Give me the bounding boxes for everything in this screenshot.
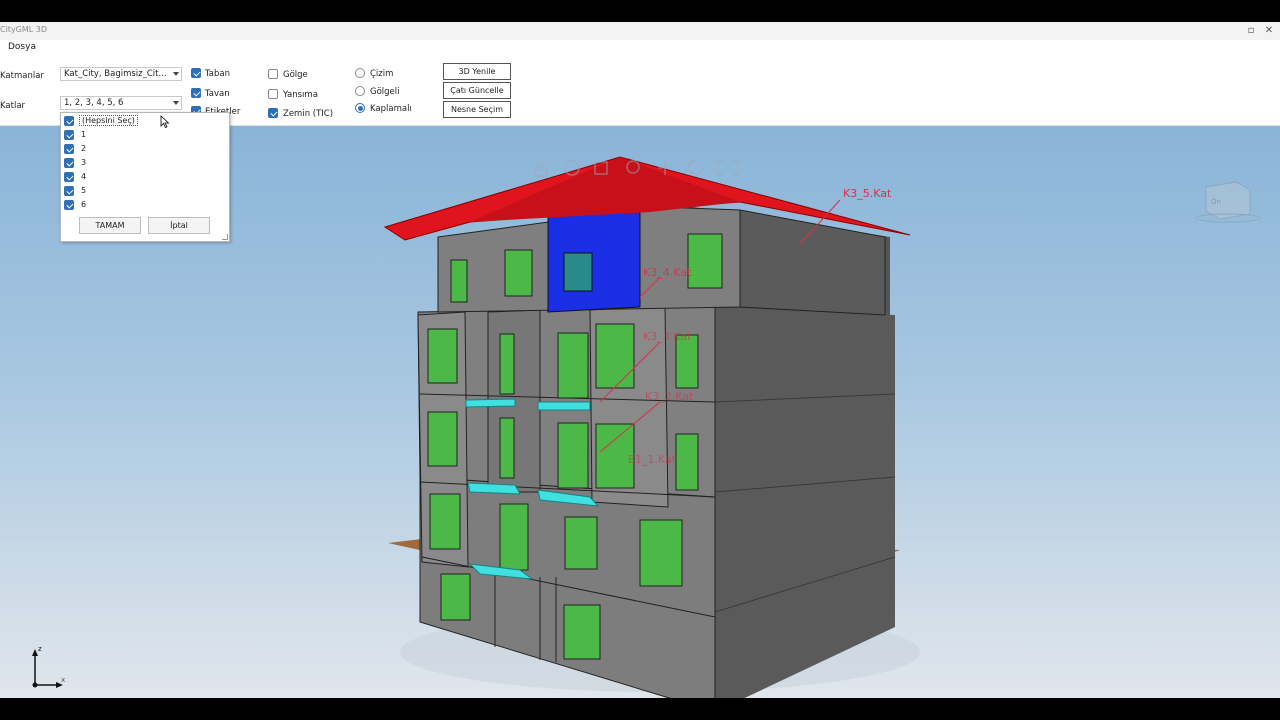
balcony (465, 398, 516, 408)
axis-x-label: x (61, 676, 65, 684)
svg-text:Ön: Ön (1211, 197, 1221, 206)
app-window: CityGML 3D ▫ ✕ Dosya Katmanlar Kat_City,… (0, 22, 1280, 698)
menu-file[interactable]: Dosya (8, 42, 36, 52)
window (429, 493, 461, 550)
chevron-down-icon (173, 101, 179, 105)
kaplamali-radio[interactable] (355, 103, 365, 113)
cizim-label: Çizim (370, 69, 394, 79)
golgeli-label: Gölgeli (370, 87, 400, 97)
select-all-checkbox[interactable] (64, 116, 74, 126)
axis-indicator: z x (32, 645, 65, 688)
layers-label: Katmanlar (0, 71, 44, 81)
floor-item-4[interactable]: 4 (61, 171, 227, 184)
balcony (467, 482, 521, 495)
floor-label: K3_5.Kat (843, 187, 892, 200)
window-title: CityGML 3D (0, 25, 48, 34)
floor-item-5[interactable]: 5 (61, 185, 227, 198)
floor-item-6[interactable]: 6 (61, 199, 227, 212)
home-icon (534, 162, 548, 177)
floors-combo[interactable]: 1, 2, 3, 4, 5, 6 (60, 96, 182, 110)
letterbox-bottom (0, 698, 1280, 720)
golge-checkbox[interactable] (268, 69, 278, 79)
resize-grip-icon[interactable] (222, 234, 228, 240)
floor-item-label: 5 (81, 186, 87, 195)
floor-item-label: 1 (81, 130, 87, 139)
floor-label: K3_2.Kat (645, 390, 694, 403)
layers-combo[interactable]: Kat_City, Bagimsiz_Cit... (60, 67, 182, 81)
axis-z-label: z (38, 645, 42, 653)
letterbox-top (0, 0, 1280, 22)
maximize-icon[interactable]: ▫ (1244, 24, 1258, 38)
menu-bar: Dosya (0, 40, 1280, 56)
chevron-down-icon (173, 72, 179, 76)
title-bar: CityGML 3D ▫ ✕ (0, 22, 1280, 40)
viewcube: Ön (1195, 181, 1261, 223)
floor-checkbox[interactable] (64, 200, 74, 210)
floor-item-label: 6 (81, 200, 87, 209)
wall-right-face (715, 307, 895, 698)
layers-combo-value: Kat_City, Bagimsiz_Cit... (64, 69, 167, 79)
floor-item-label: 2 (81, 144, 87, 153)
window (564, 516, 598, 570)
floor-item-3[interactable]: 3 (61, 157, 227, 170)
taban-label: Taban (205, 69, 230, 79)
refresh-3d-button[interactable]: 3D Yenile (443, 63, 511, 80)
floor-checkbox[interactable] (64, 158, 74, 168)
floor-checkbox[interactable] (64, 144, 74, 154)
zemin-checkbox[interactable] (268, 108, 278, 118)
rotate-icon (688, 159, 704, 175)
window (675, 433, 699, 491)
window (427, 328, 458, 384)
mouse-cursor-icon (160, 115, 170, 129)
window (427, 411, 458, 467)
floor-label: E1_1.Kat (628, 453, 677, 466)
window (595, 323, 635, 389)
floor-checkbox[interactable] (64, 130, 74, 140)
window (557, 422, 589, 489)
select-all-label: (Hepsini Seç) (79, 115, 138, 126)
window (499, 333, 515, 395)
close-icon[interactable]: ✕ (1262, 24, 1276, 38)
floor-checkbox[interactable] (64, 172, 74, 182)
window (687, 233, 723, 289)
tavan-checkbox[interactable] (191, 88, 201, 98)
floor-label: K3_3.Kat (643, 330, 692, 343)
yansima-label: Yansıma (283, 90, 318, 100)
object-select-button[interactable]: Nesne Seçim (443, 101, 511, 118)
floor-checkbox[interactable] (64, 186, 74, 196)
floors-dropdown-popup: (Hepsini Seç) 1 2 3 4 5 6 TAMAM İptal (60, 112, 230, 242)
zemin-label: Zemin (TIC) (283, 109, 334, 119)
yansima-checkbox[interactable] (268, 89, 278, 99)
floor-item-label: 4 (81, 172, 87, 181)
cizim-radio[interactable] (355, 68, 365, 78)
floor-label: K3_4.Kat (643, 266, 692, 279)
golge-label: Gölge (283, 70, 308, 80)
golgeli-radio[interactable] (355, 86, 365, 96)
floor-item-1[interactable]: 1 (61, 129, 227, 142)
selected-floor-highlight (547, 209, 641, 313)
tavan-label: Tavan (205, 89, 230, 99)
window (639, 519, 683, 587)
floors-label: Katlar (0, 101, 26, 111)
floors-combo-value: 1, 2, 3, 4, 5, 6 (64, 98, 124, 108)
taban-checkbox[interactable] (191, 68, 201, 78)
fullscreen-icon (717, 160, 739, 176)
window (504, 249, 533, 297)
floor-item-2[interactable]: 2 (61, 143, 227, 156)
update-roof-button[interactable]: Çatı Güncelle (443, 82, 511, 99)
window (440, 573, 471, 621)
cancel-button[interactable]: İptal (148, 217, 210, 234)
window (499, 503, 529, 571)
kaplamali-label: Kaplamalı (370, 104, 412, 114)
window (563, 604, 601, 660)
window (557, 332, 589, 399)
select-all-item[interactable]: (Hepsini Seç) (61, 115, 227, 128)
floor-item-label: 3 (81, 158, 87, 167)
ok-button[interactable]: TAMAM (79, 217, 141, 234)
balcony (537, 401, 591, 411)
window (499, 417, 515, 479)
window (450, 259, 468, 303)
